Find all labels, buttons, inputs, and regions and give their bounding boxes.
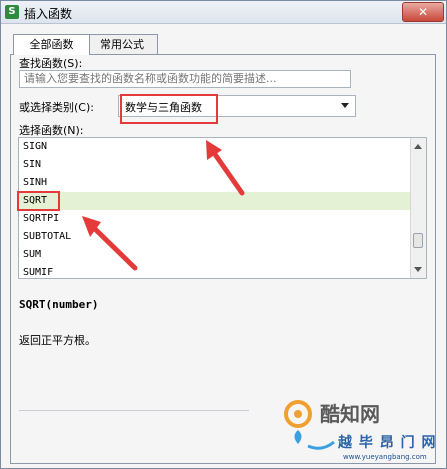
function-list[interactable]: SIGN SIN SINH SQRT SQRTPI SUBTOTAL SUM S…	[18, 137, 427, 279]
list-item-sin[interactable]: SIN	[19, 156, 410, 174]
wps-app-icon: S	[5, 5, 19, 19]
annotation-box-category	[120, 94, 218, 124]
divider	[19, 410, 249, 411]
watermark-text-2: 越 毕 昂 门 网	[338, 435, 437, 451]
tab-common-formulas[interactable]: 常用公式	[86, 34, 158, 54]
list-item-sqrt[interactable]: SQRT	[19, 192, 410, 210]
scroll-down-icon[interactable]	[414, 267, 422, 272]
scroll-thumb[interactable]	[413, 233, 423, 248]
list-item-sumif[interactable]: SUMIF	[19, 264, 410, 278]
close-button[interactable]: ✕	[402, 2, 444, 22]
function-description: 返回正平方根。	[19, 334, 96, 347]
list-item-sinh[interactable]: SINH	[19, 174, 410, 192]
annotation-box-sqrt	[17, 191, 60, 211]
tab-all-functions[interactable]: 全部函数	[13, 34, 90, 55]
list-item-sqrtpi[interactable]: SQRTPI	[19, 210, 410, 228]
function-signature: SQRT(number)	[19, 298, 99, 311]
list-item-sum[interactable]: SUM	[19, 246, 410, 264]
watermark-url: www.yueyangbang.com	[343, 453, 427, 461]
watermark-text: 酷知网	[320, 402, 380, 426]
title-bar[interactable]: S 插入函数 ✕	[1, 1, 446, 24]
chevron-down-icon	[341, 103, 349, 108]
search-input[interactable]	[19, 70, 351, 88]
list-scrollbar[interactable]	[410, 138, 426, 278]
search-label: 查找函数(S):	[19, 57, 83, 70]
function-list-label: 选择函数(N):	[19, 124, 84, 137]
list-item-sign[interactable]: SIGN	[19, 138, 410, 156]
list-item-subtotal[interactable]: SUBTOTAL	[19, 228, 410, 246]
close-icon: ✕	[417, 5, 429, 19]
dialog-title: 插入函数	[24, 7, 73, 21]
watermark: 酷知网 越 毕 昂 门 网 www.yueyangbang.com	[268, 398, 443, 466]
category-label: 或选择类别(C):	[19, 101, 94, 114]
scroll-up-icon[interactable]	[414, 144, 422, 149]
